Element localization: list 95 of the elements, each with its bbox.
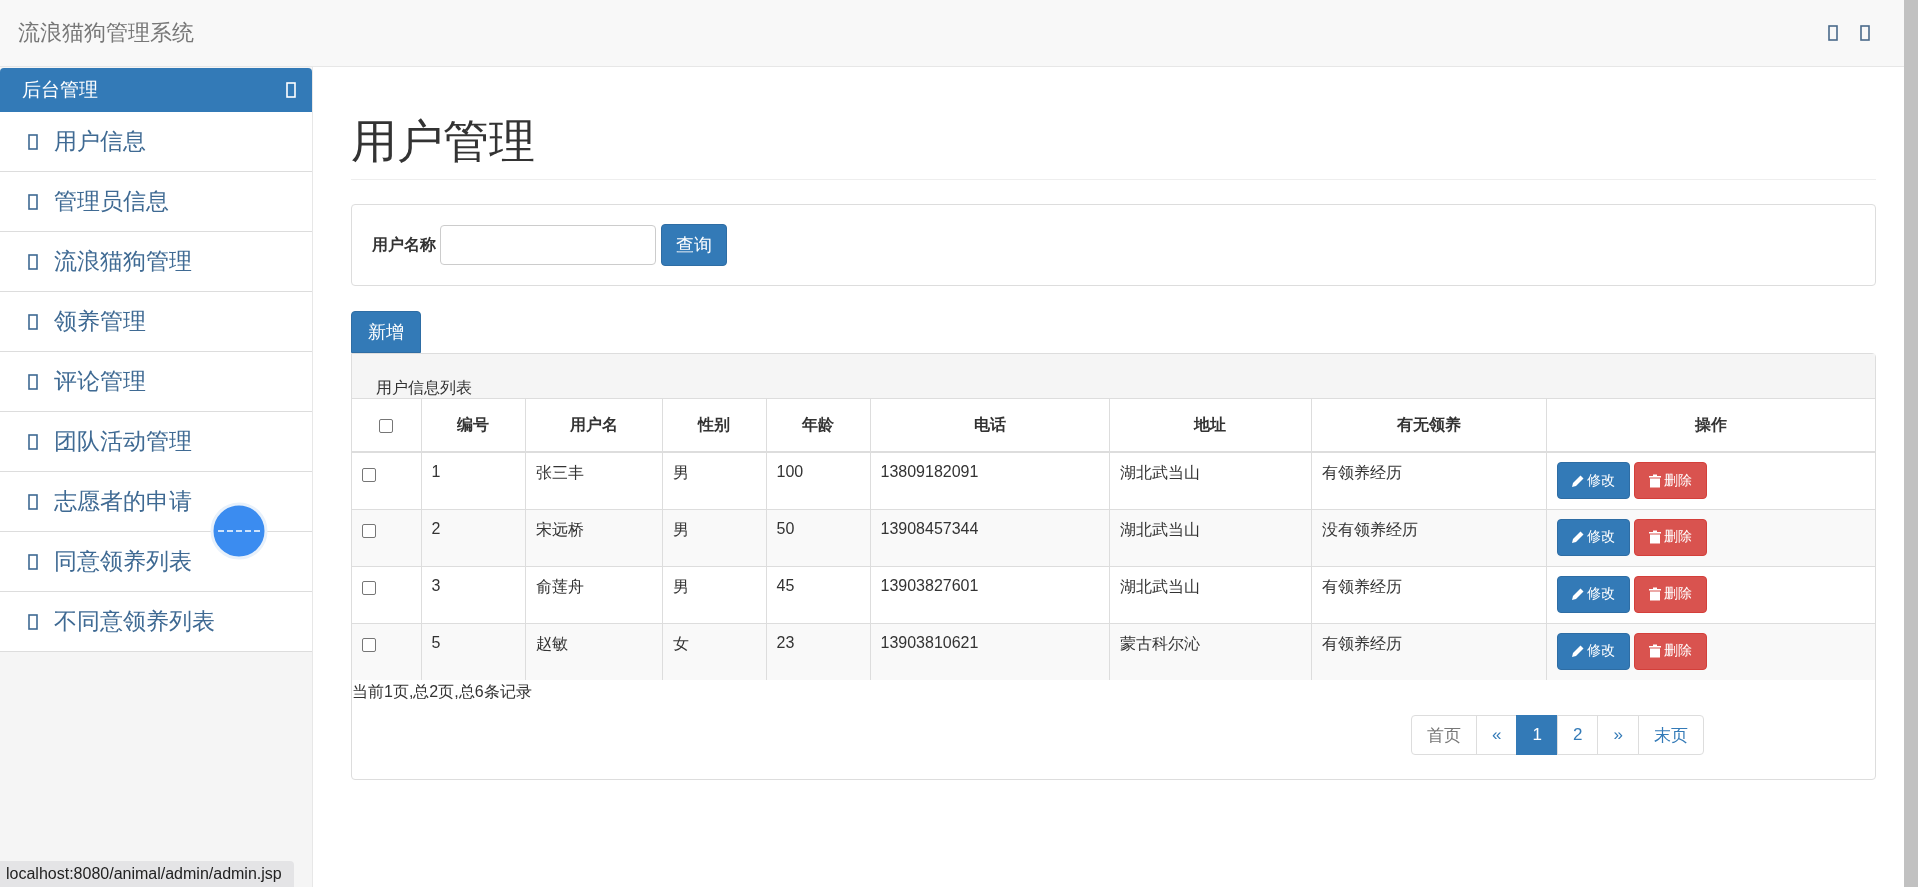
table-cell: 13908457344 <box>870 509 1109 566</box>
edit-button[interactable]: 修改 <box>1556 462 1630 499</box>
page-link[interactable]: 1 <box>1516 715 1558 755</box>
floating-ball-icon[interactable] <box>210 502 268 560</box>
edit-button[interactable]: 修改 <box>1556 518 1630 556</box>
glyph-icon <box>1860 25 1870 41</box>
table-cell: 有领养经历 <box>1311 623 1546 680</box>
table-cell: 50 <box>766 509 870 566</box>
sidebar-header[interactable]: 后台管理 <box>0 68 312 112</box>
delete-button[interactable]: 删除 <box>1633 575 1707 613</box>
sidebar-item[interactable]: 评论管理 <box>0 352 312 412</box>
glyph-icon <box>28 493 38 510</box>
sidebar-item[interactable]: 同意领养列表 <box>0 532 312 592</box>
page-summary: 当前1页,总2页,总6条记录 <box>352 682 533 702</box>
delete-button[interactable]: 删除 <box>1633 632 1707 670</box>
pencil-icon <box>1571 644 1585 658</box>
sidebar-item[interactable]: 管理员信息 <box>0 172 312 232</box>
sidebar-item[interactable]: 团队活动管理 <box>0 412 312 472</box>
add-button[interactable]: 新增 <box>351 311 421 353</box>
table-cell: 男 <box>662 566 766 623</box>
table-cell: 蒙古科尔沁 <box>1109 623 1311 680</box>
field-label: 用户名称 <box>372 234 436 255</box>
page-link[interactable]: 2 <box>1556 715 1599 755</box>
table-cell: 13903810621 <box>870 623 1109 680</box>
table-cell: 100 <box>766 452 870 509</box>
pencil-icon <box>1571 530 1585 544</box>
page-link[interactable]: 末页 <box>1637 715 1704 755</box>
table-cell: 有领养经历 <box>1311 566 1546 623</box>
table-cell: 2 <box>421 509 525 566</box>
column-header: 用户名 <box>525 398 662 452</box>
edit-button[interactable]: 修改 <box>1556 575 1630 613</box>
column-header: 电话 <box>870 398 1109 452</box>
table-cell: 没有领养经历 <box>1311 509 1546 566</box>
page-title: 用户管理 <box>351 111 1876 180</box>
glyph-icon <box>286 82 296 98</box>
page-link[interactable]: » <box>1597 715 1639 755</box>
glyph-icon <box>28 193 38 210</box>
trash-icon <box>1648 644 1662 658</box>
table-cell: 5 <box>421 623 525 680</box>
table-cell: 张三丰 <box>525 452 662 509</box>
table-cell: 赵敏 <box>525 623 662 680</box>
checkbox[interactable] <box>379 418 394 433</box>
search-button[interactable]: 查询 <box>661 224 727 266</box>
table-cell: 湖北武当山 <box>1109 566 1311 623</box>
table-cell: 湖北武当山 <box>1109 509 1311 566</box>
column-header: 操作 <box>1546 398 1875 452</box>
page-link[interactable]: « <box>1476 715 1518 755</box>
table-cell: 3 <box>421 566 525 623</box>
sidebar-item[interactable]: 志愿者的申请 <box>0 472 312 532</box>
column-header: 编号 <box>421 398 525 452</box>
status-url: localhost:8080/animal/admin/admin.jsp <box>0 861 294 887</box>
app-title: 流浪猫狗管理系统 <box>18 19 194 47</box>
pencil-icon <box>1571 587 1585 601</box>
table-caption: 用户信息列表 <box>376 379 472 396</box>
glyph-icon <box>28 133 38 150</box>
checkbox[interactable] <box>362 638 376 653</box>
checkbox[interactable] <box>362 524 376 539</box>
glyph-icon <box>28 613 38 630</box>
trash-icon <box>1648 530 1662 544</box>
sidebar-item[interactable]: 领养管理 <box>0 292 312 352</box>
table-cell: 1 <box>421 452 525 509</box>
delete-button[interactable]: 删除 <box>1633 462 1707 499</box>
sidebar-item[interactable]: 不同意领养列表 <box>0 592 312 652</box>
table-cell: 俞莲舟 <box>525 566 662 623</box>
sidebar-item[interactable]: 用户信息 <box>0 112 312 172</box>
table-cell: 13903827601 <box>870 566 1109 623</box>
table-cell: 男 <box>662 509 766 566</box>
scrollbar[interactable] <box>1904 0 1918 887</box>
checkbox[interactable] <box>362 467 376 482</box>
table-cell: 45 <box>766 566 870 623</box>
delete-button[interactable]: 删除 <box>1633 518 1707 556</box>
search-field[interactable] <box>440 225 656 265</box>
pencil-icon <box>1571 473 1585 488</box>
trash-icon <box>1648 587 1662 601</box>
column-header: 地址 <box>1109 398 1311 452</box>
column-header: 年龄 <box>766 398 870 452</box>
glyph-icon <box>28 373 38 390</box>
table-cell: 女 <box>662 623 766 680</box>
table-cell: 有领养经历 <box>1311 452 1546 509</box>
table-cell: 湖北武当山 <box>1109 452 1311 509</box>
edit-button[interactable]: 修改 <box>1556 632 1630 670</box>
glyph-icon <box>28 433 38 450</box>
table-cell: 宋远桥 <box>525 509 662 566</box>
column-header: 有无领养 <box>1311 398 1546 452</box>
glyph-icon <box>28 313 38 330</box>
trash-icon <box>1648 473 1662 488</box>
table-cell: 23 <box>766 623 870 680</box>
glyph-icon <box>28 553 38 570</box>
sidebar-item[interactable]: 流浪猫狗管理 <box>0 232 312 292</box>
table-cell: 13809182091 <box>870 452 1109 509</box>
column-header: 性别 <box>662 398 766 452</box>
glyph-icon <box>1828 25 1838 41</box>
glyph-icon <box>28 253 38 270</box>
table-cell: 男 <box>662 452 766 509</box>
checkbox[interactable] <box>362 581 376 596</box>
